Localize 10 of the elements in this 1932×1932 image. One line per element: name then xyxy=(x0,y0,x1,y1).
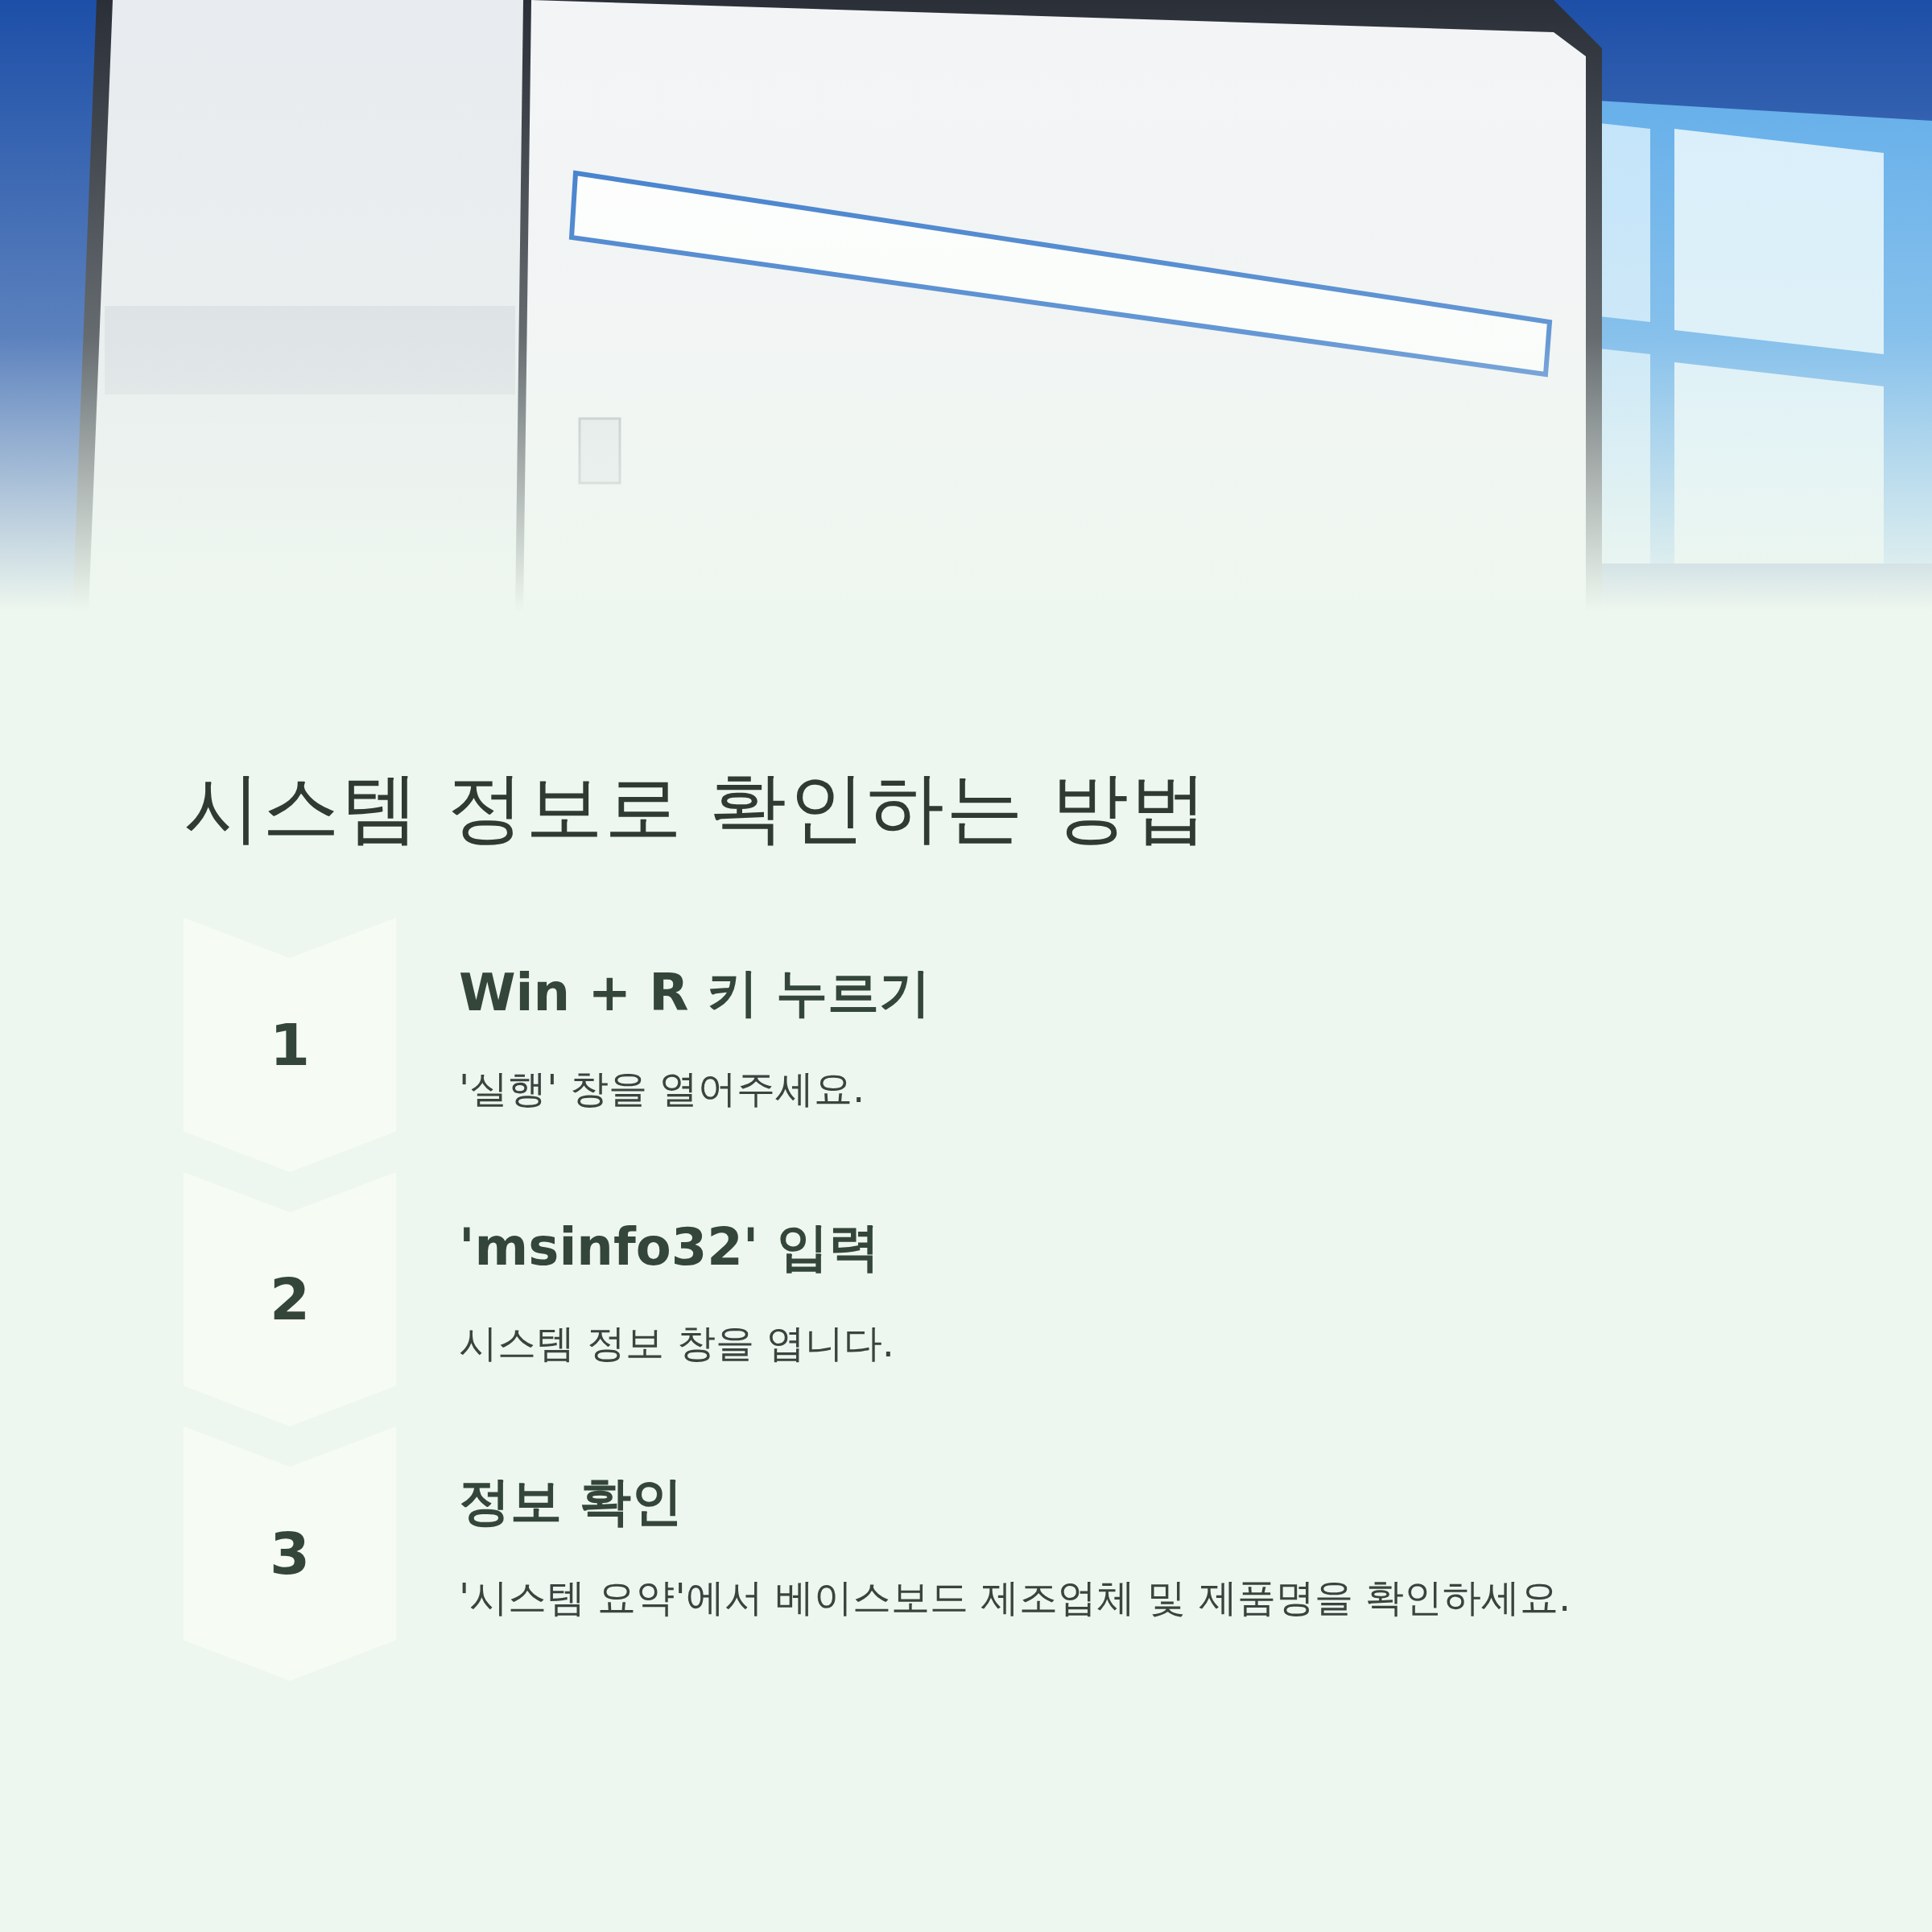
step-number: 1 xyxy=(269,1011,311,1079)
step-description: 시스템 정보 창을 엽니다. xyxy=(459,1319,895,1367)
step-number: 2 xyxy=(269,1265,311,1333)
step-heading: 'msinfo32' 입력 xyxy=(459,1216,881,1278)
step-heading: 정보 확인 xyxy=(459,1471,684,1533)
step-number: 3 xyxy=(269,1520,311,1587)
step-heading: Win + R 키 누르기 xyxy=(459,962,931,1024)
section-title: 시스템 정보로 확인하는 방법 xyxy=(184,762,1210,854)
step-description: '실행' 창을 열어주세요. xyxy=(459,1065,866,1113)
step-description: '시스템 요약'에서 베이스보드 제조업체 및 제품명을 확인하세요. xyxy=(459,1574,1571,1621)
